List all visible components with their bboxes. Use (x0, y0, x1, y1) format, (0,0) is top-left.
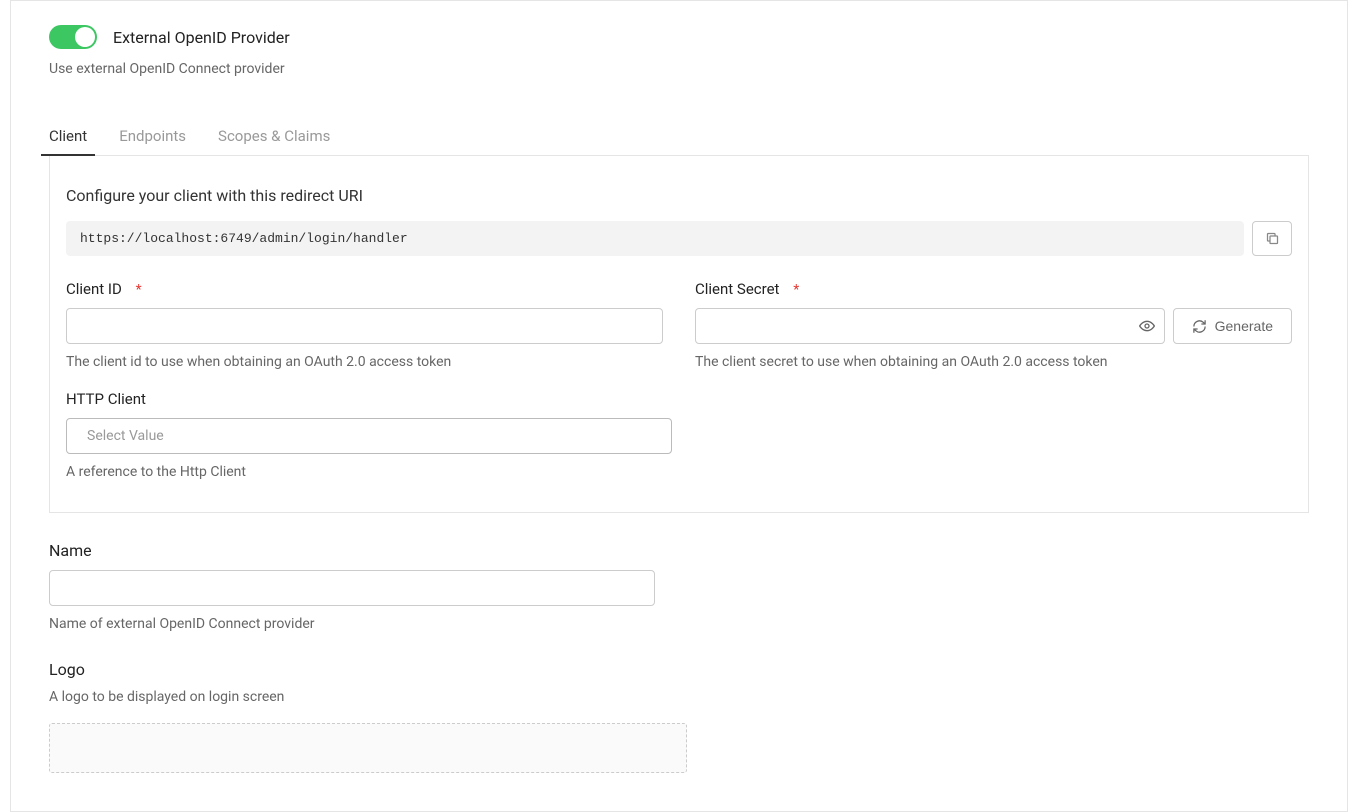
required-asterisk: * (793, 282, 799, 298)
name-help: Name of external OpenID Connect provider (49, 616, 1309, 632)
tab-client[interactable]: Client (49, 117, 87, 155)
refresh-icon (1192, 319, 1207, 334)
client-id-input[interactable] (66, 308, 663, 344)
client-secret-help: The client secret to use when obtaining … (695, 354, 1292, 370)
http-client-label: HTTP Client (66, 390, 1292, 408)
client-secret-input[interactable] (695, 308, 1165, 344)
generate-label: Generate (1215, 318, 1273, 334)
client-secret-label-text: Client Secret (695, 280, 779, 298)
logo-dropzone[interactable] (49, 723, 687, 773)
name-label: Name (49, 541, 1309, 560)
tabs: Client Endpoints Scopes & Claims (49, 117, 1309, 156)
redirect-uri-value: https://localhost:6749/admin/login/handl… (66, 221, 1244, 256)
external-openid-toggle[interactable] (49, 25, 97, 49)
http-client-select[interactable]: Select Value (66, 418, 672, 454)
copy-icon (1265, 231, 1280, 246)
http-client-help: A reference to the Http Client (66, 464, 1292, 480)
client-id-label: Client ID * (66, 280, 663, 298)
toggle-knob (75, 27, 95, 47)
logo-help: A logo to be displayed on login screen (49, 689, 1309, 705)
logo-label: Logo (49, 660, 1309, 679)
toggle-label: External OpenID Provider (113, 28, 290, 47)
tab-endpoints[interactable]: Endpoints (119, 117, 186, 155)
client-secret-label: Client Secret * (695, 280, 1292, 298)
generate-secret-button[interactable]: Generate (1173, 308, 1292, 344)
reveal-secret-icon[interactable] (1139, 318, 1155, 334)
toggle-description: Use external OpenID Connect provider (49, 61, 1309, 77)
required-asterisk: * (136, 282, 142, 298)
client-id-help: The client id to use when obtaining an O… (66, 354, 663, 370)
name-input[interactable] (49, 570, 655, 606)
client-id-label-text: Client ID (66, 280, 122, 298)
redirect-uri-heading: Configure your client with this redirect… (66, 186, 1292, 205)
tab-scopes-claims[interactable]: Scopes & Claims (218, 117, 330, 155)
copy-redirect-uri-button[interactable] (1252, 221, 1292, 256)
client-tab-panel: Configure your client with this redirect… (49, 156, 1309, 513)
